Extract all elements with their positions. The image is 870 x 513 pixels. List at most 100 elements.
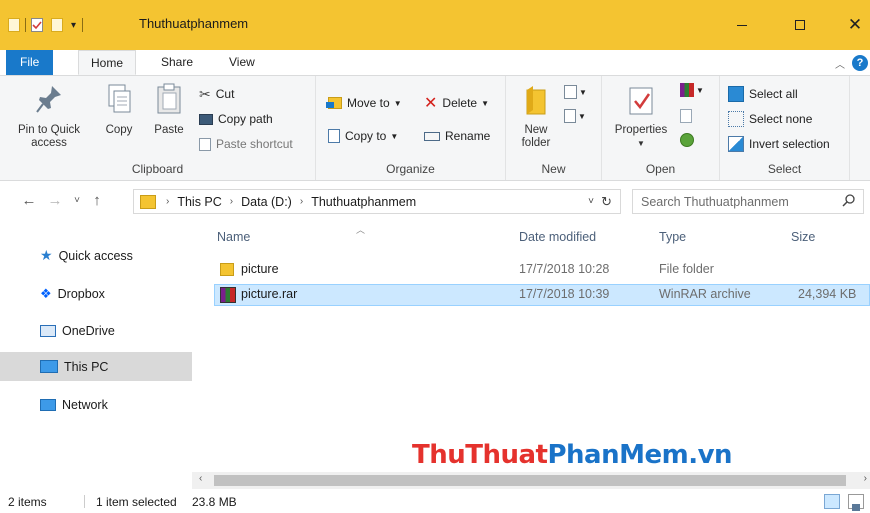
customize-quick-access-icon[interactable]: ▾: [71, 20, 76, 31]
history-button[interactable]: [680, 130, 694, 150]
nav-item-this-pc[interactable]: This PC: [0, 352, 192, 381]
window-title: Thuthuatphanmem: [139, 16, 249, 31]
copy-button[interactable]: Copy: [100, 82, 138, 137]
title-bar: ▾ Thuthuatphanmem ✕: [0, 0, 870, 50]
paste-shortcut-icon: [199, 137, 211, 151]
address-bar[interactable]: › This PC › Data (D:) › Thuthuatphanmem …: [133, 189, 621, 214]
properties-dropdown-icon: ▼: [637, 139, 645, 148]
open-dropdown-icon: ▼: [696, 85, 704, 95]
quick-access-toolbar: ▾: [8, 14, 84, 36]
back-button[interactable]: ←: [20, 192, 38, 210]
copy-to-icon: [328, 129, 340, 143]
pin-to-quick-access-button[interactable]: Pin to Quick access: [14, 82, 84, 150]
help-icon[interactable]: ?: [852, 55, 868, 71]
scrollbar-thumb[interactable]: [214, 475, 846, 486]
up-arrow-icon: ↑: [93, 192, 101, 209]
recent-locations-button[interactable]: ˅: [68, 192, 86, 210]
column-header-name[interactable]: Name: [217, 230, 250, 244]
scroll-right-icon[interactable]: ›: [864, 473, 867, 484]
close-icon: ✕: [847, 15, 863, 34]
close-button[interactable]: ✕: [834, 10, 870, 40]
new-folder-quick-icon[interactable]: [51, 18, 63, 32]
move-to-icon: [326, 97, 342, 109]
new-folder-button[interactable]: New folder: [514, 82, 558, 150]
address-dropdown-icon[interactable]: ˅: [588, 196, 594, 207]
table-row[interactable]: picture.rar 17/7/2018 10:39 WinRAR archi…: [214, 284, 870, 306]
breadcrumb-current-folder[interactable]: Thuthuatphanmem: [311, 195, 416, 209]
collapse-ribbon-icon[interactable]: ︿: [835, 56, 845, 71]
select-none-button[interactable]: Select none: [728, 109, 812, 129]
new-item-icon: [564, 85, 577, 99]
tab-share[interactable]: Share: [149, 50, 205, 75]
column-header-date-modified[interactable]: Date modified: [519, 230, 596, 244]
watermark: ThuThuatPhanMem.vn: [412, 440, 733, 470]
chevron-right-icon: ›: [299, 196, 304, 207]
delete-icon: ✕: [424, 95, 438, 112]
paste-button[interactable]: Paste: [148, 82, 190, 137]
organize-group: Move to ▼ ✕ Delete ▼ Copy to ▼ Rename Or…: [316, 76, 506, 180]
clipboard-group-label: Clipboard: [131, 162, 184, 176]
nav-item-onedrive[interactable]: OneDrive: [0, 316, 192, 345]
select-group: Select all Select none Invert selection …: [720, 76, 850, 180]
refresh-icon[interactable]: ↻: [601, 194, 612, 210]
cut-button[interactable]: ✂ Cut: [199, 84, 234, 104]
invert-selection-button[interactable]: Invert selection: [728, 134, 830, 154]
rename-button[interactable]: Rename: [424, 126, 490, 146]
tab-file[interactable]: File: [6, 50, 54, 75]
file-size: 24,394 KB: [798, 287, 857, 301]
up-button[interactable]: ↑: [88, 192, 106, 210]
computer-icon: [40, 360, 58, 373]
new-group: New folder ▼ ▼ New: [506, 76, 602, 180]
delete-dropdown-icon: ▼: [481, 98, 490, 108]
folder-icon: [8, 18, 20, 32]
details-view-button[interactable]: [824, 494, 840, 509]
folder-icon: [220, 263, 234, 276]
open-group: Properties ▼ ▼ Open: [602, 76, 720, 180]
delete-button[interactable]: ✕ Delete ▼: [424, 93, 489, 113]
forward-button[interactable]: →: [46, 192, 64, 210]
nav-item-network[interactable]: Network: [0, 390, 192, 419]
breadcrumb-this-pc[interactable]: This PC: [177, 195, 221, 209]
history-icon: [680, 133, 694, 147]
tab-view[interactable]: View: [217, 50, 267, 75]
tab-home[interactable]: Home: [78, 50, 137, 75]
move-to-button[interactable]: Move to ▼: [326, 93, 402, 113]
scissors-icon: ✂: [199, 85, 211, 102]
column-header-type[interactable]: Type: [659, 230, 686, 244]
copy-icon: [108, 84, 131, 113]
search-icon: [842, 194, 855, 211]
select-all-button[interactable]: Select all: [728, 84, 798, 104]
large-icons-view-button[interactable]: [848, 494, 864, 511]
table-row[interactable]: picture 17/7/2018 10:28 File folder: [214, 259, 870, 281]
edit-button[interactable]: [680, 106, 692, 126]
organize-group-label: Organize: [386, 162, 435, 176]
properties-button[interactable]: Properties ▼: [608, 82, 674, 150]
scroll-left-icon[interactable]: ‹: [199, 473, 202, 484]
copy-path-icon: [199, 113, 213, 125]
easy-access-dropdown-icon: ▼: [578, 111, 586, 121]
back-arrow-icon: ←: [21, 192, 37, 209]
large-icons-view-icon: [852, 504, 860, 511]
minimize-button[interactable]: [721, 10, 763, 40]
nav-item-quick-access[interactable]: ★ Quick access: [0, 241, 192, 270]
maximize-button[interactable]: [779, 10, 821, 40]
search-input[interactable]: Search Thuthuatphanmem: [632, 189, 864, 214]
star-icon: ★: [40, 247, 53, 263]
paste-icon: [157, 83, 181, 114]
new-folder-icon: [526, 86, 546, 115]
open-button[interactable]: ▼: [680, 80, 704, 100]
easy-access-button[interactable]: ▼: [564, 106, 586, 126]
horizontal-scrollbar[interactable]: ‹ ›: [192, 472, 870, 489]
nav-item-dropbox[interactable]: ❖ Dropbox: [0, 279, 192, 308]
ribbon-tabs: File Home Share View ︿ ?: [0, 50, 870, 75]
breadcrumb-data-drive[interactable]: Data (D:): [241, 195, 292, 209]
column-header-size[interactable]: Size: [791, 230, 815, 244]
address-row: ← → ˅ ↑ › This PC › Data (D:) › Thuthuat…: [0, 182, 870, 220]
copy-to-button[interactable]: Copy to ▼: [328, 126, 398, 146]
properties-quick-icon[interactable]: [31, 18, 43, 32]
new-item-button[interactable]: ▼: [564, 82, 587, 102]
copy-path-button[interactable]: Copy path: [199, 109, 273, 129]
network-icon: [40, 398, 56, 411]
maximize-icon: [795, 20, 805, 30]
paste-shortcut-button[interactable]: Paste shortcut: [199, 134, 293, 154]
